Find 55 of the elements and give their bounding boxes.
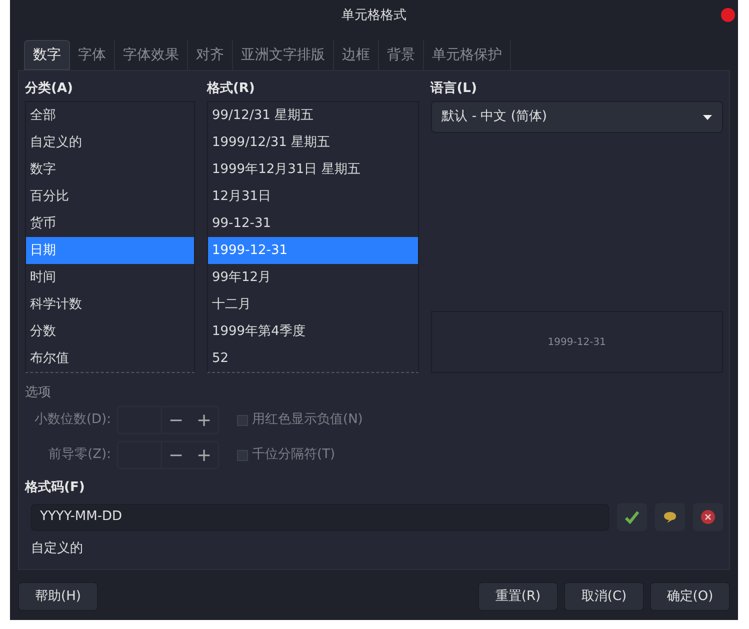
list-item[interactable]: 99/12/31 星期五 <box>208 102 418 129</box>
list-item[interactable]: 1999-12-31 <box>208 237 418 264</box>
list-item[interactable]: 布尔值 <box>26 345 194 372</box>
plus-button[interactable]: + <box>190 407 218 433</box>
list-label: 语言(L) <box>430 80 478 97</box>
dialog-button[interactable]: 重置(R) <box>478 582 558 611</box>
preview-area: 1999-12-31 <box>430 311 723 373</box>
close-circle-icon <box>701 510 715 524</box>
section-label: 格式码(F) <box>25 478 86 496</box>
caret-icon <box>703 114 712 120</box>
minus-button[interactable]: − <box>162 407 190 433</box>
language-dropdown[interactable]: 默认 - 中文 (简体) <box>430 101 723 133</box>
plus-button[interactable]: + <box>190 442 218 468</box>
format-description: 自定义的 <box>30 540 84 558</box>
spin-field[interactable]: − + <box>117 441 219 469</box>
close-button[interactable] <box>721 8 735 22</box>
list-item[interactable]: 百分比 <box>26 183 194 210</box>
list-item[interactable]: 十二月 <box>208 291 418 318</box>
checkbox[interactable] <box>237 450 248 460</box>
list-item[interactable]: 全部 <box>26 102 194 129</box>
add-button[interactable] <box>617 503 647 531</box>
list-item[interactable]: 99年12月 <box>208 264 418 291</box>
minus-button[interactable]: − <box>162 442 190 468</box>
list-item[interactable]: 科学计数 <box>26 291 194 318</box>
list-item[interactable]: 数字 <box>26 156 194 183</box>
option-label: 小数位数(D): <box>33 411 112 430</box>
list-item[interactable]: 12月31日 <box>208 183 418 210</box>
format-code-field[interactable]: YYYY-MM-DD <box>31 504 609 530</box>
tab[interactable]: 数字 <box>24 40 70 70</box>
dialog-button[interactable]: 取消(C) <box>564 582 644 611</box>
list-label: 格式(R) <box>206 80 256 97</box>
help-button[interactable]: 帮助(H) <box>18 582 98 611</box>
list-item[interactable]: 1999年12月31日 星期五 <box>208 156 418 183</box>
list-item[interactable]: 1999年第4季度 <box>208 318 418 345</box>
list-item[interactable]: 1999/12/31 星期五 <box>208 129 418 156</box>
delete-button[interactable] <box>693 503 723 531</box>
dialog-button[interactable]: 确定(O) <box>650 582 730 611</box>
window-title: 单元格格式 <box>342 7 406 26</box>
checkbox-label: 千位分隔符(T) <box>252 446 336 464</box>
spin-field[interactable]: − + <box>117 406 219 434</box>
list-item[interactable]: 自定义的 <box>26 129 194 156</box>
checkmark-icon <box>625 510 639 524</box>
list-item[interactable]: 货币 <box>26 210 194 237</box>
list-item[interactable]: 99-12-31 <box>208 210 418 237</box>
comment-button[interactable] <box>655 503 685 531</box>
list-item[interactable]: 日期 <box>26 237 194 264</box>
list-label: 分类(A) <box>25 80 74 97</box>
checkbox[interactable] <box>237 414 248 426</box>
list-item[interactable]: 时间 <box>26 264 194 291</box>
checkbox-label: 用红色显示负值(N) <box>252 411 363 430</box>
list-item[interactable]: 52 <box>208 345 418 372</box>
section-label: 选项 <box>25 384 52 402</box>
list-item[interactable]: 分数 <box>26 318 194 345</box>
option-label: 前导零(Z): <box>48 446 112 464</box>
speech-bubble-icon <box>663 511 677 523</box>
